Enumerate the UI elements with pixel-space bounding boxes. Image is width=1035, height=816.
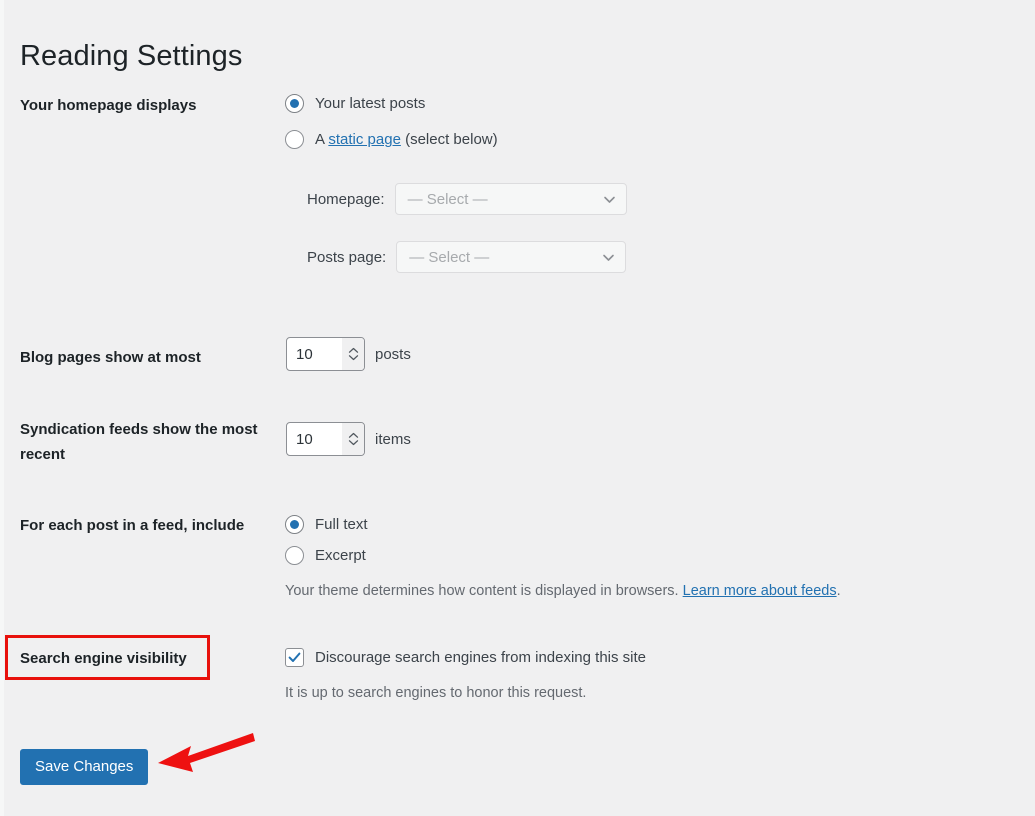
- radio-latest-posts[interactable]: [285, 94, 304, 113]
- syndication-feeds-unit: items: [375, 430, 411, 448]
- save-changes-button[interactable]: Save Changes: [20, 749, 149, 785]
- spinner-down-icon[interactable]: [348, 439, 359, 446]
- chevron-down-icon: [603, 193, 616, 206]
- posts-page-select-value: — Select —: [409, 248, 490, 266]
- radio-option-latest-posts[interactable]: Your latest posts: [285, 94, 425, 113]
- syndication-feeds-stepper[interactable]: [342, 423, 364, 455]
- search-visibility-help-text: It is up to search engines to honor this…: [285, 685, 587, 701]
- feed-include-help-text: Your theme determines how content is dis…: [285, 583, 841, 599]
- blog-pages-number-value[interactable]: 10: [287, 338, 342, 370]
- radio-label-full-text: Full text: [315, 516, 368, 533]
- discourage-search-engines-row[interactable]: Discourage search engines from indexing …: [285, 648, 646, 667]
- radio-label-latest-posts: Your latest posts: [315, 95, 426, 112]
- radio-excerpt[interactable]: [285, 546, 304, 565]
- feed-help-text-before: Your theme determines how content is dis…: [285, 583, 683, 599]
- label-syndication-feeds: Syndication feeds show the most recent: [20, 421, 258, 463]
- chevron-down-icon: [602, 251, 615, 264]
- feed-help-text-after: .: [836, 583, 841, 599]
- spinner-up-icon[interactable]: [348, 347, 359, 354]
- radio-option-static-page[interactable]: A static page (select below): [285, 130, 498, 149]
- label-search-engine-visibility: Search engine visibility: [20, 650, 187, 667]
- label-blog-pages-show-at-most: Blog pages show at most: [20, 349, 201, 366]
- checkmark-icon: [288, 652, 301, 662]
- posts-page-select-label: Posts page:: [307, 248, 387, 266]
- page-left-edge: [0, 0, 4, 816]
- blog-pages-number-row: 10 posts: [286, 337, 411, 371]
- label-homepage-displays: Your homepage displays: [20, 97, 197, 114]
- discourage-search-engines-checkbox[interactable]: [285, 648, 304, 667]
- radio-option-excerpt[interactable]: Excerpt: [285, 546, 366, 565]
- homepage-select-row: Homepage: — Select —: [307, 183, 627, 215]
- static-page-link[interactable]: static page: [328, 131, 401, 148]
- static-page-text-before: A: [315, 131, 329, 148]
- blog-pages-unit: posts: [375, 345, 411, 363]
- homepage-select[interactable]: — Select —: [394, 183, 627, 215]
- static-page-text-after: (select below): [400, 131, 498, 148]
- spinner-down-icon[interactable]: [348, 354, 359, 361]
- reading-settings-page: Reading Settings Your homepage displays …: [0, 0, 1035, 816]
- radio-label-excerpt: Excerpt: [315, 547, 366, 564]
- posts-page-select[interactable]: — Select —: [396, 241, 627, 273]
- page-title: Reading Settings: [20, 40, 243, 73]
- radio-static-page[interactable]: [285, 130, 304, 149]
- posts-page-select-row: Posts page: — Select —: [307, 241, 627, 273]
- homepage-select-label: Homepage:: [307, 190, 385, 208]
- blog-pages-stepper[interactable]: [342, 338, 364, 370]
- syndication-feeds-number-input[interactable]: 10: [286, 422, 365, 456]
- blog-pages-number-input[interactable]: 10: [286, 337, 365, 371]
- radio-label-static-page: A static page (select below): [315, 131, 498, 148]
- red-arrow-annotation-icon: [150, 725, 265, 785]
- radio-full-text[interactable]: [285, 515, 304, 534]
- learn-more-about-feeds-link[interactable]: Learn more about feeds: [683, 583, 837, 599]
- radio-option-full-text[interactable]: Full text: [285, 515, 368, 534]
- syndication-feeds-number-row: 10 items: [286, 422, 411, 456]
- spinner-up-icon[interactable]: [348, 432, 359, 439]
- homepage-select-value: — Select —: [407, 190, 488, 208]
- syndication-feeds-number-value[interactable]: 10: [287, 423, 342, 455]
- label-feed-include: For each post in a feed, include: [20, 517, 245, 534]
- discourage-search-engines-label: Discourage search engines from indexing …: [315, 649, 647, 666]
